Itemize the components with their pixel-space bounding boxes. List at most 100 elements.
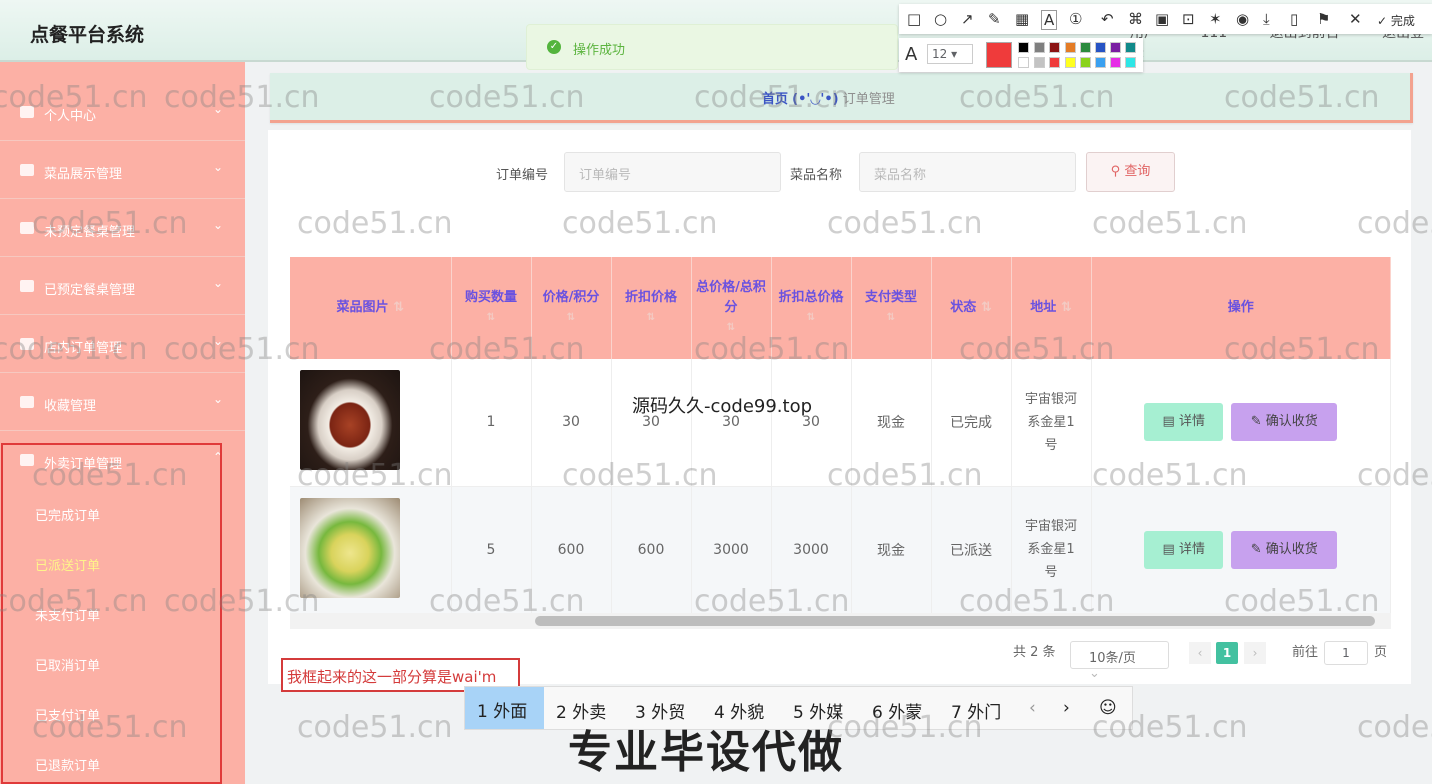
color-swatch[interactable] (1065, 42, 1076, 53)
confirm-receipt-button[interactable]: ✎ 确认收货 (1231, 403, 1338, 442)
ime-next-icon[interactable]: › (1063, 698, 1070, 718)
address-cell: 宇宙银河系金星1号 (1011, 359, 1092, 487)
pin-icon[interactable]: ⌘ (1128, 10, 1143, 28)
download-icon[interactable]: ⤓ (1263, 10, 1270, 28)
color-swatch[interactable] (1110, 42, 1121, 53)
edit-icon: ✎ (1250, 414, 1262, 430)
prev-page-button[interactable]: ‹ (1189, 642, 1211, 664)
col-header-qty[interactable]: 购买数量 (465, 290, 517, 305)
ime-candidate[interactable]: 7 外门 (951, 698, 1001, 723)
circle-icon[interactable]: ○ (934, 10, 947, 28)
color-swatch[interactable] (1018, 57, 1029, 68)
ime-candidate[interactable]: 1 外面 (465, 687, 544, 729)
scan-icon[interactable]: ⊡ (1182, 10, 1195, 28)
breadcrumb-face: (•'◡'•) (792, 92, 839, 107)
color-swatch[interactable] (1018, 42, 1029, 53)
ime-prev-icon[interactable]: ‹ (1029, 698, 1036, 718)
col-header-status[interactable]: 状态 (950, 300, 976, 315)
orders-table: 菜品图片 ⇅ 购买数量 ⇅ 价格/积分 ⇅ 折扣价格 ⇅ 总价格/总积分 ⇅ 折扣总价格… (290, 257, 1391, 614)
total-count: 共 2 条 (1013, 645, 1056, 660)
sort-icon[interactable]: ⇅ (852, 308, 931, 328)
clipboard-icon (20, 396, 34, 408)
color-swatch[interactable] (1034, 42, 1045, 53)
sidebar-item-favorites[interactable]: 收藏管理 ⌄ (0, 374, 245, 431)
ime-candidate[interactable]: 6 外蒙 (872, 698, 922, 723)
ocr-icon[interactable]: ▣ (1155, 10, 1169, 28)
color-swatch[interactable] (1095, 42, 1106, 53)
order-no-input[interactable]: 订单编号 (564, 152, 781, 192)
sort-icon[interactable]: ⇅ (772, 308, 851, 328)
color-swatch[interactable] (1125, 57, 1136, 68)
color-swatch[interactable] (1049, 42, 1060, 53)
current-color-swatch[interactable] (986, 42, 1012, 68)
col-header-pay-type[interactable]: 支付类型 (865, 290, 917, 305)
record-icon[interactable]: ◉ (1236, 10, 1249, 28)
confirm-receipt-button[interactable]: ✎ 确认收货 (1231, 530, 1338, 569)
sort-icon[interactable]: ⇅ (1061, 300, 1072, 315)
color-swatch[interactable] (1034, 57, 1045, 68)
font-size-select[interactable]: 12 ▾ (927, 44, 973, 64)
price-cell: 30 (531, 359, 612, 487)
col-header-total[interactable]: 总价格/总积分 (696, 280, 766, 315)
dish-image[interactable] (300, 497, 400, 598)
document-icon: ▤ (1162, 541, 1175, 557)
breadcrumb-home[interactable]: 首页 (762, 92, 788, 107)
arrow-icon[interactable]: ↗ (961, 10, 974, 28)
color-swatch[interactable] (1065, 57, 1076, 68)
sort-icon[interactable]: ⇅ (452, 308, 531, 328)
text-icon[interactable]: A (1041, 10, 1058, 30)
number-icon[interactable]: ① (1069, 10, 1082, 28)
detail-button[interactable]: ▤ 详情 (1144, 403, 1224, 442)
dish-image[interactable] (300, 370, 400, 471)
undo-icon[interactable]: ↶ (1101, 10, 1114, 28)
ime-emoji-icon[interactable]: ☺ (1099, 698, 1117, 718)
mosaic-icon[interactable]: ▦ (1015, 10, 1029, 28)
document-icon: ▤ (1162, 414, 1175, 430)
page-1-button[interactable]: 1 (1216, 642, 1238, 664)
sidebar-item-dishes[interactable]: 菜品展示管理 ⌄ (0, 142, 245, 199)
close-icon[interactable]: ✕ (1349, 10, 1362, 28)
query-button[interactable]: ⚲ 查询 (1086, 152, 1175, 192)
dish-name-input[interactable]: 菜品名称 (859, 152, 1076, 192)
color-swatch[interactable] (1080, 57, 1091, 68)
sort-icon[interactable]: ⇅ (981, 300, 992, 315)
color-swatch[interactable] (1049, 57, 1060, 68)
col-header-address[interactable]: 地址 (1030, 300, 1056, 315)
sort-icon[interactable]: ⇅ (393, 300, 404, 315)
color-swatch[interactable] (1095, 57, 1106, 68)
edit-icon: ✎ (1250, 541, 1262, 557)
sidebar-item-reserved-tables[interactable]: 已预定餐桌管理 ⌄ (0, 258, 245, 315)
col-header-image[interactable]: 菜品图片 (337, 300, 389, 315)
chart-icon (20, 338, 34, 350)
breadcrumb: 首页 (•'◡'•) 订单管理 (270, 73, 1413, 123)
chevron-down-icon: ⌄ (213, 392, 224, 406)
next-page-button[interactable]: › (1244, 642, 1266, 664)
bookmark-icon[interactable]: ⚑ (1317, 10, 1330, 28)
status-cell: 已派送 (931, 486, 1012, 614)
phone-icon[interactable]: ▯ (1290, 10, 1298, 28)
sort-icon[interactable]: ⇅ (612, 308, 691, 328)
sort-icon[interactable]: ⇅ (532, 308, 611, 328)
bulb-icon (20, 164, 34, 176)
col-header-price[interactable]: 价格/积分 (543, 290, 600, 305)
color-swatch[interactable] (1080, 42, 1091, 53)
horizontal-scrollbar[interactable] (290, 613, 1391, 629)
chevron-down-icon: ⌄ (213, 218, 224, 232)
sidebar-item-free-tables[interactable]: 未预定餐桌管理 ⌄ (0, 200, 245, 257)
color-swatch[interactable] (1110, 57, 1121, 68)
col-header-discount-total[interactable]: 折扣总价格 (778, 290, 843, 305)
price-cell: 600 (531, 486, 612, 614)
goto-page-input[interactable]: 1 (1324, 641, 1368, 665)
rectangle-icon[interactable]: □ (907, 10, 921, 28)
pen-icon[interactable]: ✎ (988, 10, 1001, 28)
color-swatch[interactable] (1125, 42, 1136, 53)
sidebar-item-profile[interactable]: 个人中心 ⌄ (0, 84, 245, 141)
scroll-thumb[interactable] (535, 616, 1375, 626)
translate-icon[interactable]: ✶ (1209, 10, 1222, 28)
done-button[interactable]: ✓ 完成 (1377, 12, 1415, 29)
detail-button[interactable]: ▤ 详情 (1144, 530, 1224, 569)
sort-icon[interactable]: ⇅ (692, 318, 771, 338)
sidebar-item-dinein-orders[interactable]: 店内订单管理 ⌄ (0, 316, 245, 373)
page-size-select[interactable]: 10条/页 ⌄ (1070, 641, 1169, 681)
col-header-discount[interactable]: 折扣价格 (625, 290, 677, 305)
